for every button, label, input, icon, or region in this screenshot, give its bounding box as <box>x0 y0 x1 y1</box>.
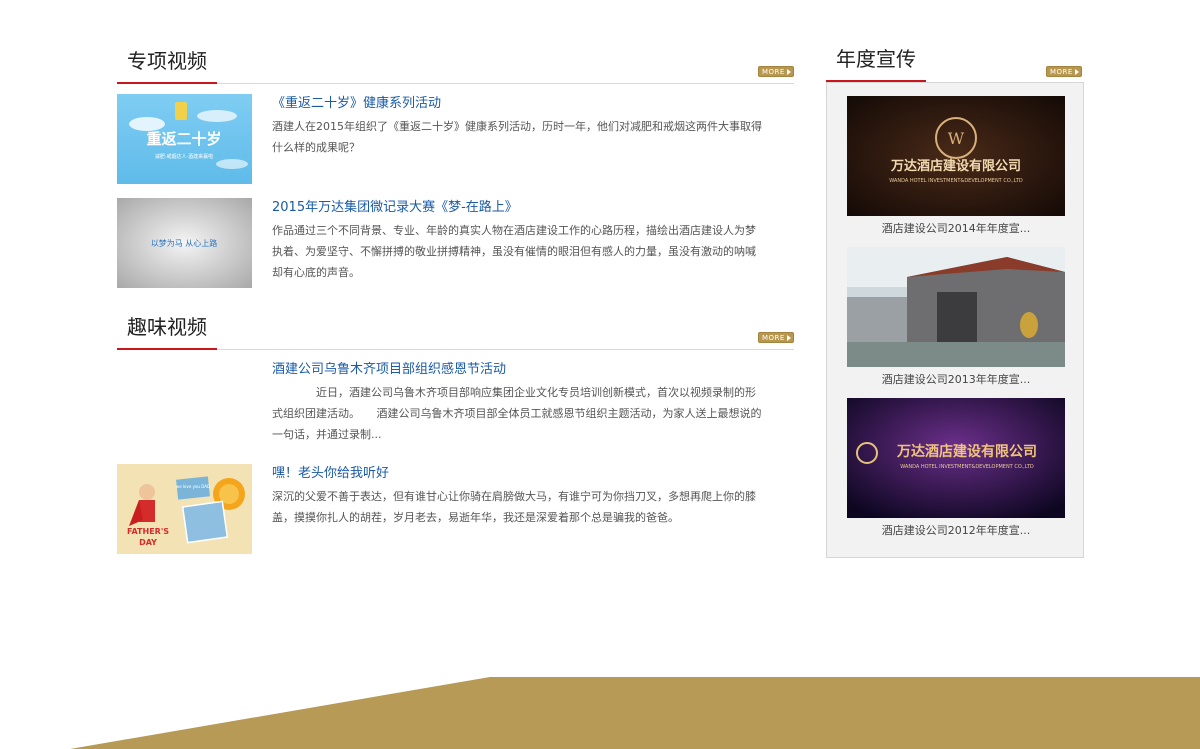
special-videos-title: 专项视频 <box>117 46 217 84</box>
item-title-link[interactable]: 嘿！老头你给我听好 <box>272 464 762 484</box>
fun-videos-section: 趣味视频 MORE 酒建公司乌鲁木齐项目部组织感恩节活动 近日，酒建公司乌鲁木齐… <box>117 311 794 561</box>
item-title-link[interactable]: 《重返二十岁》健康系列活动 <box>272 94 762 114</box>
special-videos-section: 专项视频 MORE 重返二十岁 减肥·戒烟达人·酒建来赢啦 《重返二十岁》健康系… <box>117 45 794 295</box>
thumbnail-line2-text: DAY <box>139 538 157 547</box>
item-title-link[interactable]: 2015年万达集团微记录大赛《梦-在路上》 <box>272 198 762 218</box>
promo-image[interactable]: 万达酒店建设有限公司 WANDA HOTEL INVESTMENT&DEVELO… <box>847 398 1065 518</box>
annual-promo-more-button[interactable]: MORE <box>1046 66 1082 77</box>
thumbnail-image: 以梦为马 从心上路 <box>117 198 252 288</box>
thumbnail-sub-text: 减肥·戒烟达人·酒建来赢啦 <box>155 153 213 160</box>
annual-promo-header: 年度宣传 MORE <box>826 43 1084 82</box>
promo-caption[interactable]: 酒店建设公司2013年年度宣... <box>847 367 1065 393</box>
promo-image[interactable]: W 万达酒店建设有限公司 WANDA HOTEL INVESTMENT&DEVE… <box>847 96 1065 216</box>
promo-item[interactable]: 万达酒店建设有限公司 WANDA HOTEL INVESTMENT&DEVELO… <box>847 398 1065 544</box>
list-item: 以梦为马 从心上路 2015年万达集团微记录大赛《梦-在路上》 作品通过三个不同… <box>117 198 794 288</box>
promo-image-title: 万达酒店建设有限公司 <box>890 158 1021 174</box>
promo-caption[interactable]: 酒店建设公司2014年年度宣... <box>847 216 1065 242</box>
promo-item[interactable]: W 万达酒店建设有限公司 WANDA HOTEL INVESTMENT&DEVE… <box>847 96 1065 242</box>
special-videos-more-button[interactable]: MORE <box>758 66 794 77</box>
promo-image-sub: WANDA HOTEL INVESTMENT&DEVELOPMENT CO.,L… <box>900 464 1034 470</box>
promo-image-2013 <box>847 247 1065 367</box>
thumbnail-title-text: 重返二十岁 <box>146 130 221 148</box>
item-description: 近日，酒建公司乌鲁木齐项目部响应集团企业文化专员培训创新模式，首次以视频录制的形… <box>272 386 762 441</box>
item-description: 酒建人在2015年组织了《重返二十岁》健康系列活动，历时一年，他们对减肥和戒烟这… <box>272 120 762 154</box>
promo-image-2014: W 万达酒店建设有限公司 WANDA HOTEL INVESTMENT&DEVE… <box>847 96 1065 216</box>
item-title-link[interactable]: 酒建公司乌鲁木齐项目部组织感恩节活动 <box>272 360 762 380</box>
video-thumbnail[interactable]: we love you DAD FATHER'S DAY <box>117 464 252 554</box>
special-videos-header: 专项视频 MORE <box>117 45 794 84</box>
thumbnail-title-text: 以梦为马 从心上路 <box>151 238 218 248</box>
more-label: MORE <box>762 68 785 76</box>
arrow-right-icon <box>787 69 791 75</box>
item-body: 嘿！老头你给我听好 深沉的父爱不善于表达，但有谁甘心让你骑在肩膀做大马，有谁宁可… <box>272 464 762 528</box>
item-body: 2015年万达集团微记录大赛《梦-在路上》 作品通过三个不同背景、专业、年龄的真… <box>272 198 762 283</box>
video-thumbnail[interactable]: 重返二十岁 减肥·戒烟达人·酒建来赢啦 <box>117 94 252 184</box>
fun-videos-more-button[interactable]: MORE <box>758 332 794 343</box>
svg-text:W: W <box>948 129 965 148</box>
arrow-right-icon <box>1075 69 1079 75</box>
annual-promo-title: 年度宣传 <box>826 44 926 82</box>
annual-promo-box: W 万达酒店建设有限公司 WANDA HOTEL INVESTMENT&DEVE… <box>826 82 1084 558</box>
list-item: 酒建公司乌鲁木齐项目部组织感恩节活动 近日，酒建公司乌鲁木齐项目部响应集团企业文… <box>117 360 794 450</box>
item-body: 酒建公司乌鲁木齐项目部组织感恩节活动 近日，酒建公司乌鲁木齐项目部响应集团企业文… <box>272 360 762 445</box>
fun-videos-header: 趣味视频 MORE <box>117 311 794 350</box>
promo-item[interactable]: 酒店建设公司2013年年度宣... <box>847 247 1065 393</box>
thumbnail-image: we love you DAD FATHER'S DAY <box>117 464 252 554</box>
annual-promo-sidebar: 年度宣传 MORE W 万达酒店建设有限公司 WANDA HOTEL INVES… <box>826 43 1084 558</box>
thumbnail-image: 重返二十岁 减肥·戒烟达人·酒建来赢啦 <box>117 94 252 184</box>
arrow-right-icon <box>787 335 791 341</box>
footer-decorative-band <box>70 677 1200 749</box>
thumbnail-line1-text: FATHER'S <box>127 527 169 536</box>
promo-image[interactable] <box>847 247 1065 367</box>
promo-caption[interactable]: 酒店建设公司2012年年度宣... <box>847 518 1065 544</box>
thumbnail-note-text: we love you DAD <box>176 484 210 489</box>
item-description: 作品通过三个不同背景、专业、年龄的真实人物在酒店建设工作的心路历程，描绘出酒店建… <box>272 224 756 279</box>
fun-videos-title: 趣味视频 <box>117 312 217 350</box>
list-item: 重返二十岁 减肥·戒烟达人·酒建来赢啦 《重返二十岁》健康系列活动 酒建人在20… <box>117 94 794 184</box>
item-body: 《重返二十岁》健康系列活动 酒建人在2015年组织了《重返二十岁》健康系列活动，… <box>272 94 762 158</box>
promo-image-sub: WANDA HOTEL INVESTMENT&DEVELOPMENT CO.,L… <box>889 178 1023 184</box>
video-thumbnail[interactable]: 以梦为马 从心上路 <box>117 198 252 288</box>
list-item: we love you DAD FATHER'S DAY 嘿！老头你给我听好 深… <box>117 464 794 554</box>
more-label: MORE <box>762 334 785 342</box>
promo-image-2012: 万达酒店建设有限公司 WANDA HOTEL INVESTMENT&DEVELO… <box>847 398 1065 518</box>
promo-image-title: 万达酒店建设有限公司 <box>896 443 1037 460</box>
more-label: MORE <box>1050 68 1073 76</box>
item-description: 深沉的父爱不善于表达，但有谁甘心让你骑在肩膀做大马，有谁宁可为你挡刀叉，多想再爬… <box>272 490 756 524</box>
